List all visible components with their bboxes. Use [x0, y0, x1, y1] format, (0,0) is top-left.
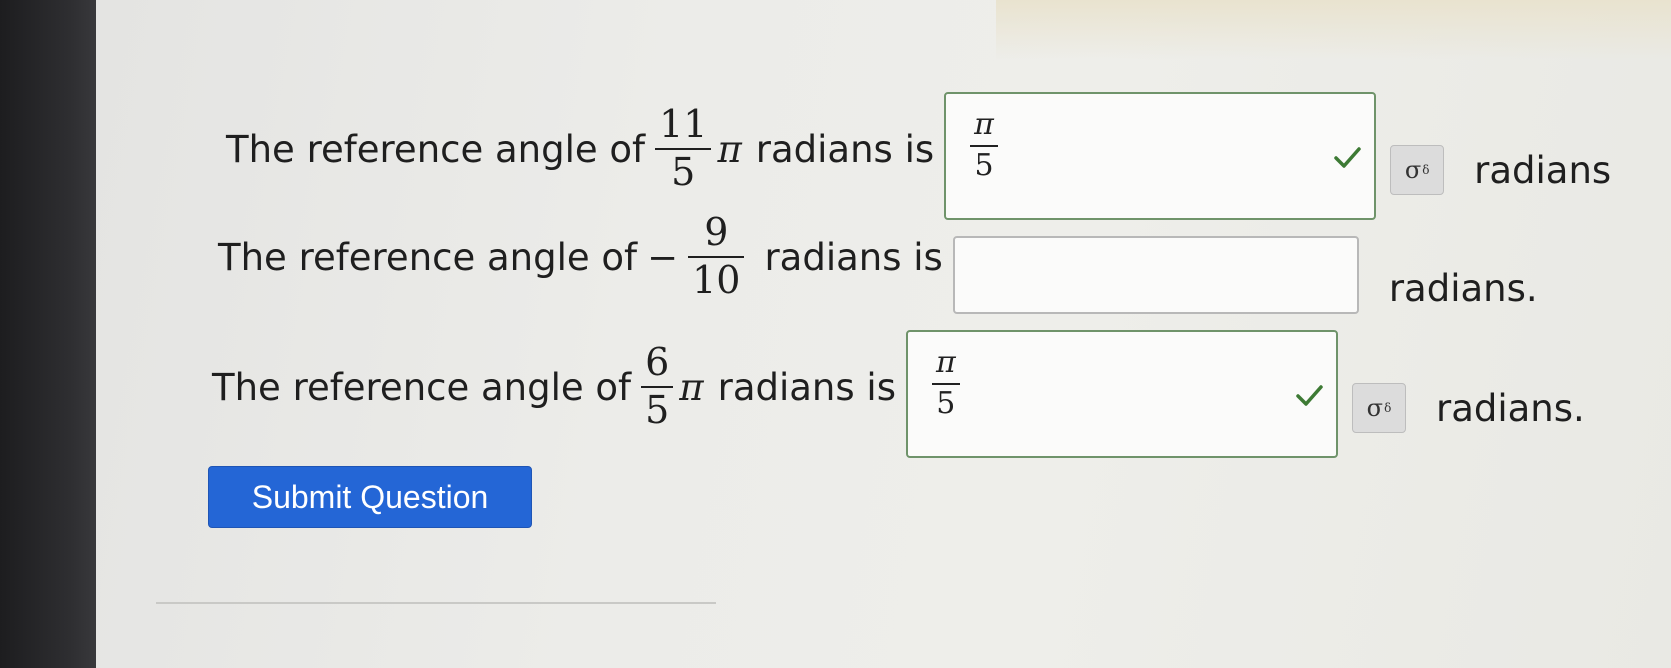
unit-label: radians: [1474, 148, 1612, 192]
math-preview-button[interactable]: σδ: [1390, 145, 1445, 195]
answer-denominator: 5: [974, 147, 994, 183]
preview-sup: δ: [1422, 163, 1430, 177]
answer-fraction-bar: [970, 144, 998, 147]
fraction-denominator: 5: [671, 150, 696, 194]
minus-sign: −: [647, 235, 679, 279]
answer-fraction-bar: [931, 382, 960, 385]
question-prefix: The reference angle of: [218, 235, 638, 279]
answer-input-3[interactable]: π 5: [905, 330, 1338, 458]
answer-input-2[interactable]: [952, 236, 1359, 314]
fraction-denominator: 5: [645, 388, 670, 432]
screen: The reference angle of 11 5 π radians is…: [96, 0, 1671, 668]
question-middle: radians is: [755, 127, 935, 171]
question-row-2: The reference angle of − 9 10 radians is…: [218, 200, 1538, 314]
checkmark-icon: [1296, 385, 1323, 406]
question-middle: radians is: [717, 365, 896, 409]
answer-denominator: 5: [936, 385, 956, 421]
given-angle-fraction: 6 5: [641, 340, 674, 432]
question-row-3: The reference angle of 6 5 π radians is …: [212, 316, 1585, 458]
question-middle: radians is: [764, 235, 943, 279]
divider: [156, 602, 716, 604]
pi-symbol: π: [679, 365, 704, 409]
answer-numerator: π: [935, 345, 956, 380]
answer-fraction: π 5: [970, 107, 998, 183]
question-prefix: The reference angle of: [212, 365, 632, 409]
math-preview-button[interactable]: σδ: [1351, 383, 1406, 433]
given-angle-fraction: 9 10: [688, 210, 745, 302]
preview-sup: δ: [1384, 401, 1392, 415]
fraction-numerator: 11: [659, 102, 708, 147]
preview-sigma-icon: σ: [1404, 156, 1422, 184]
question-prefix: The reference angle of: [226, 127, 646, 171]
pi-symbol: π: [717, 127, 742, 171]
checkmark-icon: [1334, 147, 1361, 168]
answer-fraction: π 5: [931, 345, 960, 421]
preview-sigma-icon: σ: [1366, 394, 1384, 422]
fraction-numerator: 6: [645, 340, 670, 385]
unit-label: radians.: [1435, 386, 1585, 430]
screen-glare: [996, 0, 1671, 60]
submit-question-button[interactable]: Submit Question: [208, 466, 532, 528]
fraction-denominator: 10: [692, 258, 741, 302]
answer-numerator: π: [974, 107, 994, 142]
device-bezel: [0, 0, 100, 668]
given-angle-fraction: 11 5: [655, 102, 712, 194]
question-row-1: The reference angle of 11 5 π radians is…: [226, 78, 1611, 220]
unit-label: radians.: [1388, 266, 1538, 310]
fraction-numerator: 9: [704, 210, 729, 255]
